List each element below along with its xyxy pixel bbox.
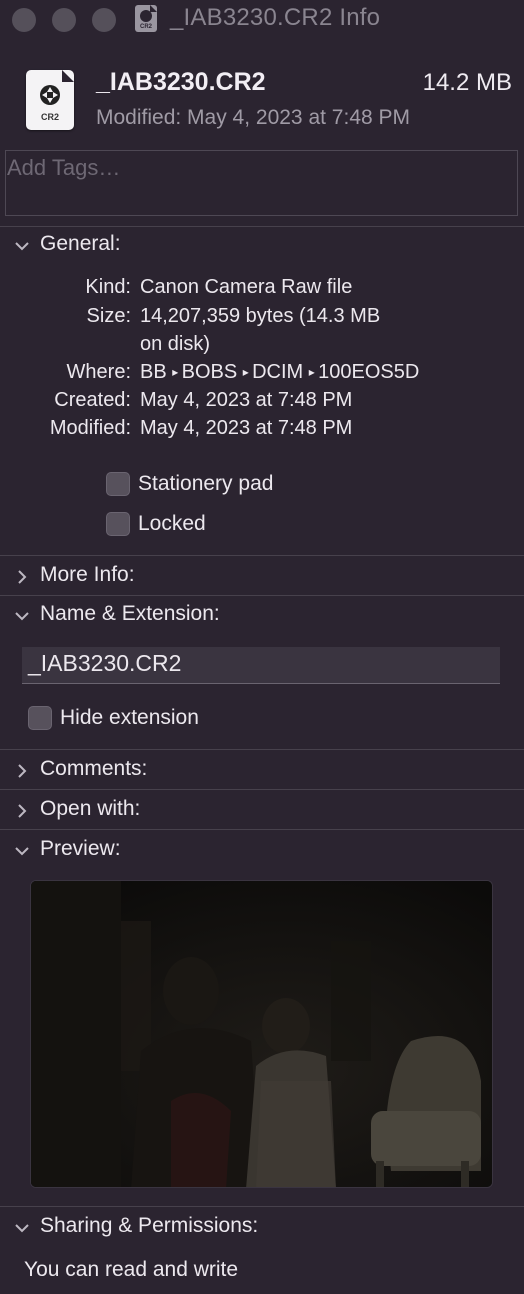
section-preview-label: Preview: bbox=[40, 837, 121, 860]
file-name: _IAB3230.CR2 bbox=[96, 68, 266, 96]
chevron-down-icon bbox=[15, 847, 29, 856]
chevron-right-icon bbox=[18, 570, 27, 584]
created-label: Created: bbox=[54, 389, 131, 411]
path-component: DCIM bbox=[252, 361, 304, 383]
close-window-button[interactable] bbox=[12, 8, 36, 32]
file-name-input[interactable]: _IAB3230.CR2 bbox=[22, 647, 500, 684]
chevron-down-icon bbox=[15, 612, 29, 621]
chevron-right-icon bbox=[18, 764, 27, 778]
zoom-window-button[interactable] bbox=[92, 8, 116, 32]
minimize-window-button[interactable] bbox=[52, 8, 76, 32]
locked-label: Locked bbox=[138, 512, 206, 535]
locked-checkbox[interactable] bbox=[106, 512, 130, 536]
section-name-extension[interactable]: Name & Extension: bbox=[0, 598, 524, 634]
chevron-down-icon bbox=[15, 1224, 29, 1233]
path-component: BOBS bbox=[181, 361, 238, 383]
stationery-pad-label: Stationery pad bbox=[138, 472, 274, 495]
document-icon: CR2 bbox=[135, 5, 157, 32]
size-label: Size: bbox=[86, 305, 131, 327]
path-separator-icon: ▸ bbox=[308, 365, 319, 379]
hide-extension-checkbox[interactable] bbox=[28, 706, 52, 730]
stationery-pad-checkbox[interactable] bbox=[106, 472, 130, 496]
path-component: BB bbox=[140, 361, 167, 383]
divider bbox=[0, 829, 524, 830]
divider bbox=[0, 749, 524, 750]
section-open-with[interactable]: Open with: bbox=[0, 793, 524, 829]
file-icon-extension: CR2 bbox=[40, 112, 59, 122]
permissions-summary: You can read and write bbox=[24, 1258, 239, 1281]
modified-label: Modified: bbox=[49, 417, 131, 439]
where-path: BB ▸ BOBS ▸ DCIM ▸ 100EOS5D bbox=[140, 361, 419, 384]
kind-value: Canon Camera Raw file bbox=[140, 276, 353, 298]
divider bbox=[0, 1206, 524, 1207]
section-sharing-permissions-label: Sharing & Permissions: bbox=[40, 1214, 259, 1237]
file-size: 14.2 MB bbox=[422, 69, 512, 96]
file-modified-date: Modified: May 4, 2023 at 7:48 PM bbox=[96, 106, 411, 129]
path-separator-icon: ▸ bbox=[172, 365, 182, 379]
created-value: May 4, 2023 at 7:48 PM bbox=[140, 389, 353, 411]
hide-extension-label: Hide extension bbox=[60, 706, 199, 729]
section-preview[interactable]: Preview: bbox=[0, 833, 524, 869]
divider bbox=[0, 789, 524, 790]
chevron-down-icon bbox=[15, 242, 29, 251]
chevron-right-icon bbox=[18, 804, 27, 818]
section-name-extension-label: Name & Extension: bbox=[40, 602, 220, 625]
section-more-info-label: More Info: bbox=[40, 563, 135, 586]
section-general-label: General: bbox=[40, 232, 121, 255]
window-title: _IAB3230.CR2 Info bbox=[170, 4, 381, 31]
section-sharing-permissions[interactable]: Sharing & Permissions: bbox=[0, 1210, 524, 1246]
section-open-with-label: Open with: bbox=[40, 797, 141, 820]
path-component: 100EOS5D bbox=[318, 361, 420, 383]
size-value-continued: on disk) bbox=[140, 333, 211, 355]
photo-thumbnail bbox=[31, 881, 492, 1187]
preview-image bbox=[30, 880, 493, 1188]
add-tags-field[interactable]: Add Tags… bbox=[5, 150, 518, 216]
section-general[interactable]: General: bbox=[0, 228, 524, 264]
section-comments[interactable]: Comments: bbox=[0, 753, 524, 789]
title-bar: CR2 _IAB3230.CR2 Info bbox=[0, 0, 524, 40]
divider bbox=[0, 555, 524, 556]
section-comments-label: Comments: bbox=[40, 757, 148, 780]
where-label: Where: bbox=[66, 361, 131, 383]
size-value: 14,207,359 bytes (14.3 MB bbox=[140, 305, 381, 327]
modified-value: May 4, 2023 at 7:48 PM bbox=[140, 417, 353, 439]
divider bbox=[0, 226, 524, 227]
kind-label: Kind: bbox=[85, 276, 131, 298]
aperture-icon bbox=[40, 85, 60, 105]
cr2-file-icon: CR2 bbox=[26, 70, 74, 130]
divider bbox=[0, 595, 524, 596]
section-more-info[interactable]: More Info: bbox=[0, 559, 524, 595]
path-separator-icon: ▸ bbox=[242, 365, 253, 379]
